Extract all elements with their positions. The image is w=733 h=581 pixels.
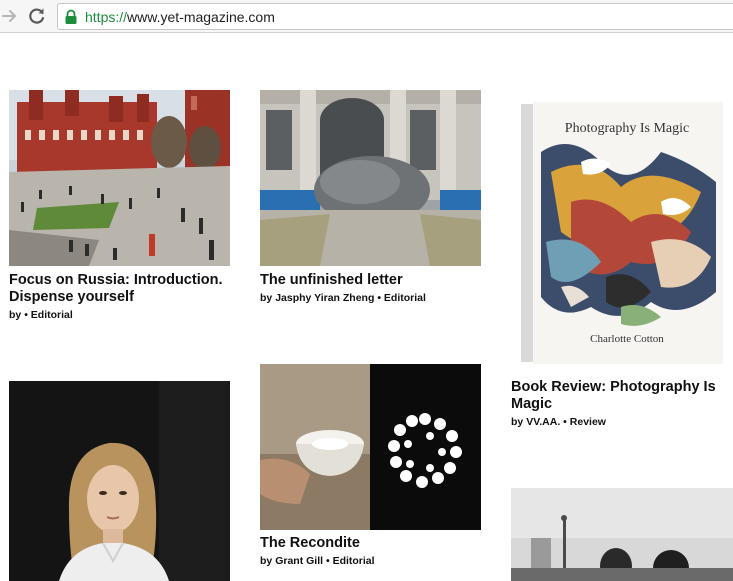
meta-separator: • [377, 292, 381, 304]
reload-button[interactable] [26, 5, 48, 27]
author-prefix: by [511, 416, 524, 428]
author-prefix: by [260, 292, 273, 304]
meta-separator: • [24, 309, 28, 321]
author-prefix: by [260, 555, 273, 567]
lock-icon [65, 9, 77, 24]
article-thumbnail[interactable] [511, 488, 733, 581]
article-title[interactable]: Book Review: Photography Is Magic [511, 379, 726, 413]
book-cover-title: Photography Is Magic [565, 121, 689, 136]
article-meta: by VV.AA. • Review [511, 416, 606, 429]
reload-icon [29, 8, 45, 24]
article-thumbnail[interactable] [260, 364, 481, 530]
book-cover-author: Charlotte Cotton [590, 333, 664, 345]
author-prefix: by [9, 309, 22, 321]
article-title[interactable]: The unfinished letter [260, 272, 482, 289]
forward-button[interactable] [0, 5, 22, 27]
article-thumbnail[interactable] [9, 90, 230, 266]
url-scheme: https:// [85, 9, 128, 25]
article-thumbnail[interactable] [260, 90, 481, 266]
article-thumbnail[interactable] [9, 381, 230, 581]
arrow-right-icon [2, 10, 16, 22]
author-link[interactable]: Jasphy Yiran Zheng [275, 292, 374, 304]
category-link[interactable]: Review [570, 416, 606, 428]
article-meta: by • Editorial [9, 309, 73, 322]
category-link[interactable]: Editorial [333, 555, 375, 567]
article-thumbnail[interactable]: Photography Is Magic Charlotte Cotton [511, 92, 733, 372]
meta-separator: • [325, 555, 330, 567]
article-meta: by Grant Gill • Editorial [260, 555, 375, 568]
author-link[interactable]: Grant Gill [275, 555, 323, 567]
author-link[interactable]: VV.AA. [526, 416, 560, 428]
url-host: www.yet-magazine.com [127, 9, 275, 25]
address-bar[interactable]: https://www.yet-magazine.com [57, 3, 733, 30]
url-text[interactable]: https://www.yet-magazine.com [85, 8, 275, 26]
article-title[interactable]: Focus on Russia: Introduction. Dispense … [9, 272, 231, 306]
category-link[interactable]: Editorial [31, 309, 73, 321]
article-meta: by Jasphy Yiran Zheng • Editorial [260, 292, 426, 305]
category-link[interactable]: Editorial [384, 292, 426, 304]
article-title[interactable]: The Recondite [260, 535, 482, 552]
browser-toolbar: https://www.yet-magazine.com [0, 0, 733, 33]
meta-separator: • [563, 416, 567, 428]
